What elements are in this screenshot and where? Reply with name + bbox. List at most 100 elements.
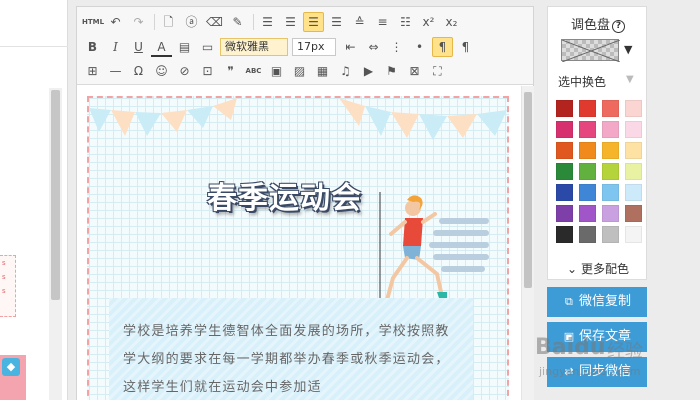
color-swatch[interactable]: [602, 226, 619, 243]
paragraph-spacing-icon[interactable]: ≡: [372, 12, 393, 32]
chevron-down-icon[interactable]: ▼: [624, 43, 632, 56]
emoji-icon[interactable]: ☺: [151, 61, 172, 81]
special-char-icon[interactable]: Ω: [128, 61, 149, 81]
left-scrollbar-thumb[interactable]: [51, 90, 60, 300]
left-scrollbar[interactable]: [49, 88, 62, 400]
color-swatch[interactable]: [602, 142, 619, 159]
bold-button[interactable]: B: [82, 37, 103, 57]
link-icon[interactable]: ⊘: [174, 61, 195, 81]
spellcheck-icon[interactable]: ABC: [243, 61, 264, 81]
rtl-paragraph-icon[interactable]: ¶: [455, 37, 476, 57]
flag-icon[interactable]: ⚑: [381, 61, 402, 81]
font-color-button[interactable]: A: [151, 37, 172, 57]
template-icon[interactable]: ▣: [266, 61, 287, 81]
toolbar-row-3: ⊞ — Ω ☺ ⊘ ⊡ ❞ ABC ▣ ▨ ▦ ♫ ▶ ⚑ ⊠ ⛶: [82, 61, 450, 81]
html-icon[interactable]: HTML: [82, 12, 104, 32]
color-swatch[interactable]: [625, 226, 642, 243]
editor-scrollbar-thumb[interactable]: [524, 92, 532, 288]
color-swatch[interactable]: [625, 142, 642, 159]
color-swatch[interactable]: [602, 205, 619, 222]
color-swatch[interactable]: [556, 163, 573, 180]
unlink-icon[interactable]: ⊡: [197, 61, 218, 81]
quote-icon[interactable]: ❞: [220, 61, 241, 81]
save-article-button[interactable]: ▣ 保存文章: [547, 322, 647, 352]
color-swatch[interactable]: [625, 100, 642, 117]
color-swatch[interactable]: [579, 226, 596, 243]
color-mode-label[interactable]: 选中换色: [558, 73, 606, 90]
color-swatch[interactable]: [602, 100, 619, 117]
background-color-icon[interactable]: ▤: [174, 37, 195, 57]
underline-button[interactable]: U: [128, 37, 149, 57]
redo-icon[interactable]: ↷: [128, 12, 149, 32]
color-swatch[interactable]: [579, 121, 596, 138]
editor-scrollbar[interactable]: [521, 86, 534, 400]
color-swatch[interactable]: [625, 163, 642, 180]
list-icon[interactable]: ☷: [395, 12, 416, 32]
video-icon[interactable]: ▶: [358, 61, 379, 81]
color-swatch[interactable]: [556, 184, 573, 201]
format-text-icon[interactable]: ⓐ: [181, 12, 202, 32]
crop-icon[interactable]: ⊠: [404, 61, 425, 81]
chevron-down-icon[interactable]: ▼: [626, 74, 634, 85]
numbered-list-icon[interactable]: ⋮: [386, 37, 407, 57]
left-template-card[interactable]: ◆: [0, 355, 26, 400]
poster-text-box[interactable]: 学校是培养学生德智体全面发展的场所，学校按照教学大纲的要求在每一学期都举办春季或…: [109, 298, 473, 400]
color-swatch[interactable]: [602, 163, 619, 180]
letter-spacing-icon[interactable]: ⇔: [363, 37, 384, 57]
color-swatch[interactable]: [556, 121, 573, 138]
color-swatch[interactable]: [579, 205, 596, 222]
font-family-select[interactable]: 微软雅黑: [220, 38, 288, 56]
bunting-flags: [89, 98, 507, 140]
ltr-paragraph-icon[interactable]: ¶: [432, 37, 453, 57]
italic-button[interactable]: I: [105, 37, 126, 57]
more-colors-button[interactable]: ⌄ 更多配色: [548, 260, 648, 277]
left-template-preview[interactable]: s s s: [0, 255, 16, 317]
color-swatch[interactable]: [556, 205, 573, 222]
undo-icon[interactable]: ↶: [105, 12, 126, 32]
no-color-cross-icon: [562, 40, 620, 62]
editor-canvas[interactable]: 春季运动会 学校是培养学生德智体全面发展的场所，学校按照教学大纲的要求在每一学期…: [77, 86, 521, 400]
image-icon[interactable]: ▨: [289, 61, 310, 81]
indent-icon[interactable]: ⇤: [340, 37, 361, 57]
line-height-icon[interactable]: ≙: [349, 12, 370, 32]
color-swatch[interactable]: [602, 121, 619, 138]
bullet-list-icon[interactable]: •: [409, 37, 430, 57]
eraser-icon[interactable]: ⌫: [204, 12, 225, 32]
align-center-icon[interactable]: ☰: [280, 12, 301, 32]
color-swatch[interactable]: [579, 100, 596, 117]
color-swatch[interactable]: [625, 121, 642, 138]
sync-wechat-label: 同步微信: [578, 364, 631, 379]
fullscreen-icon[interactable]: ⛶: [427, 61, 448, 81]
color-swatch[interactable]: [579, 184, 596, 201]
color-swatch[interactable]: [556, 226, 573, 243]
color-swatch[interactable]: [579, 163, 596, 180]
color-swatch[interactable]: [556, 100, 573, 117]
diamond-icon: ◆: [2, 358, 20, 376]
text-box-icon[interactable]: ▭: [197, 37, 218, 57]
color-swatch[interactable]: [556, 142, 573, 159]
music-icon[interactable]: ♫: [335, 61, 356, 81]
subscript-icon[interactable]: x₂: [441, 12, 462, 32]
color-swatch[interactable]: [625, 184, 642, 201]
align-right-icon[interactable]: ☰: [326, 12, 347, 32]
color-swatch[interactable]: [579, 142, 596, 159]
help-icon[interactable]: ?: [612, 20, 625, 33]
table-icon[interactable]: ⊞: [82, 61, 103, 81]
color-swatch[interactable]: [602, 184, 619, 201]
poster-card[interactable]: 春季运动会 学校是培养学生德智体全面发展的场所，学校按照教学大纲的要求在每一学期…: [87, 96, 509, 400]
new-page-icon[interactable]: 🗋: [158, 12, 179, 32]
poster-title: 春季运动会: [207, 181, 362, 216]
color-swatch[interactable]: [625, 205, 642, 222]
font-size-select[interactable]: 17px: [292, 38, 336, 56]
wechat-copy-label: 微信复制: [578, 294, 631, 309]
format-brush-icon[interactable]: ✎: [227, 12, 248, 32]
multi-image-icon[interactable]: ▦: [312, 61, 333, 81]
align-justify-icon[interactable]: ☰: [303, 12, 324, 32]
sync-wechat-button[interactable]: ⇄ 同步微信: [547, 357, 647, 387]
superscript-icon[interactable]: x²: [418, 12, 439, 32]
current-color-swatch[interactable]: [561, 39, 620, 62]
color-palette-panel: 调色盘? ▼ 选中换色 ▼ ⌄ 更多配色: [547, 6, 647, 280]
horizontal-rule-icon[interactable]: —: [105, 61, 126, 81]
align-left-icon[interactable]: ☰: [257, 12, 278, 32]
wechat-copy-button[interactable]: ⧉ 微信复制: [547, 287, 647, 317]
